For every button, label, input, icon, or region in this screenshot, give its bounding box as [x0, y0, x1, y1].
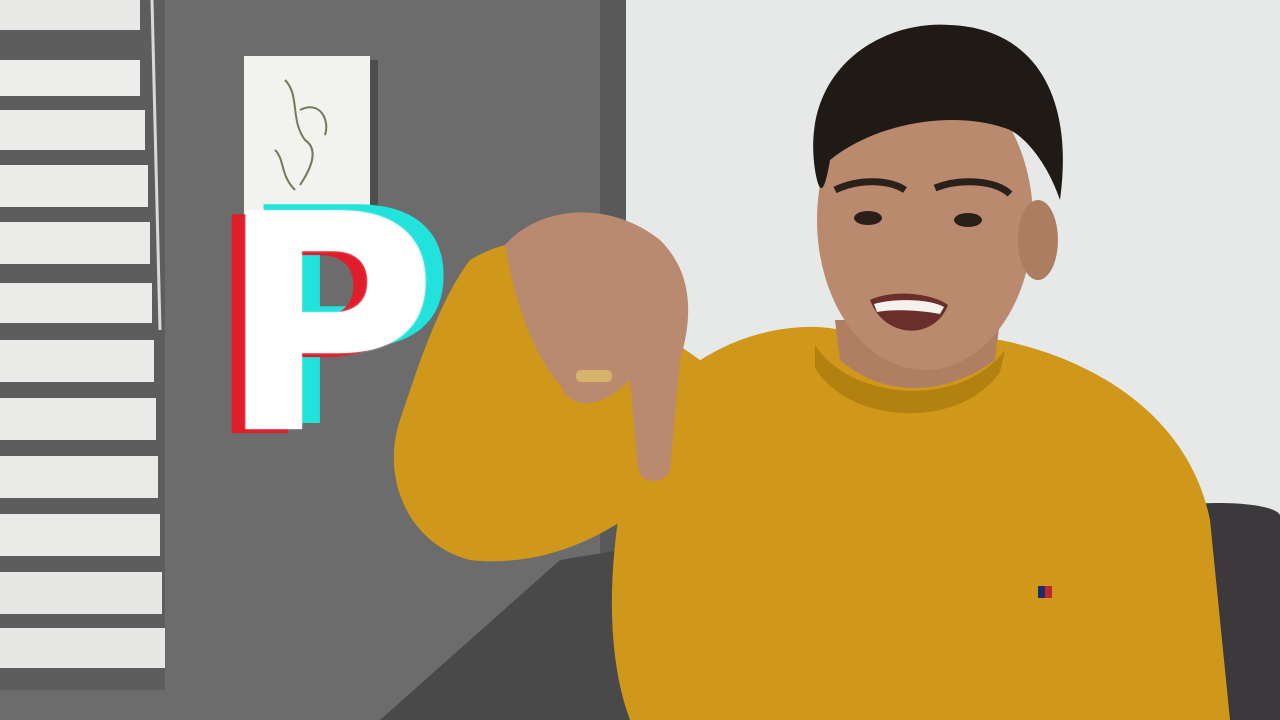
ring [576, 370, 612, 382]
video-frame: P P P [0, 0, 1280, 720]
eye-right [954, 213, 982, 227]
scene-illustration [0, 0, 1280, 720]
ear [1018, 200, 1058, 280]
window-blinds [0, 0, 165, 690]
wall-art-frame [244, 56, 378, 220]
eye-left [854, 211, 882, 225]
